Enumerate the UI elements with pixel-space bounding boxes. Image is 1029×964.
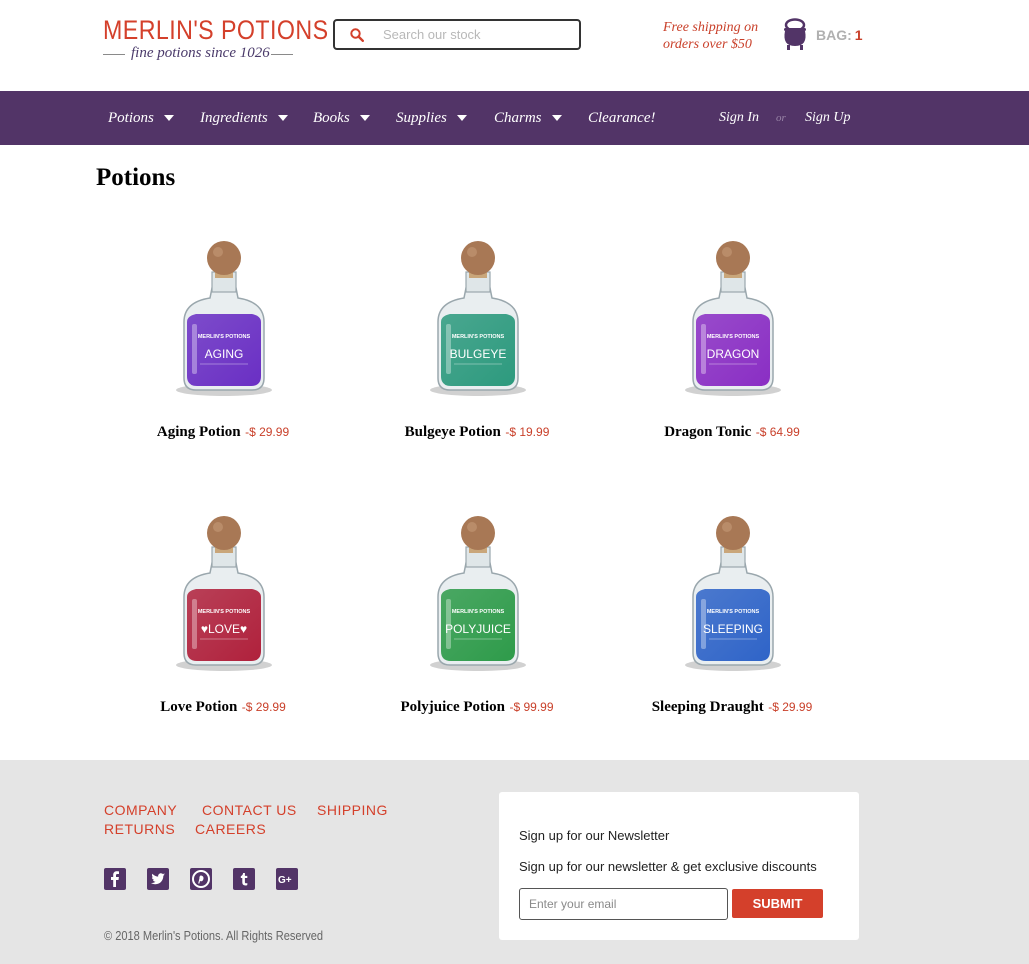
potion-bottle-image[interactable]: MERLIN'S POTIONS AGING [172, 240, 276, 402]
shipping-line-1: Free shipping on [663, 20, 759, 35]
potion-bottle-image[interactable]: MERLIN'S POTIONS SLEEPING [681, 515, 785, 677]
product-caption: Dragon Tonic -$ 64.99 [607, 423, 857, 441]
product-name[interactable]: Aging Potion [157, 424, 241, 440]
logo-tagline: fine potions since 1026 [131, 45, 270, 61]
bottle-label-text: POLYJUICE [445, 622, 511, 636]
chevron-down-icon [277, 115, 288, 121]
logo-title: MERLIN'S POTIONS [103, 15, 329, 45]
newsletter-subtitle: Sign up for our newsletter & get exclusi… [519, 859, 817, 874]
shipping-line-2: orders over $50 [663, 37, 752, 52]
product-caption: Aging Potion -$ 29.99 [98, 423, 348, 441]
bottle-label-text: AGING [205, 347, 244, 361]
product-card[interactable]: MERLIN'S POTIONS BULGEYE Bulgeye Potion -… [352, 240, 602, 470]
search-icon[interactable] [350, 28, 364, 42]
nav-label: Supplies [396, 109, 447, 126]
product-name[interactable]: Polyjuice Potion [400, 699, 505, 715]
product-card[interactable]: MERLIN'S POTIONS AGING Aging Potion -$ 29… [98, 240, 348, 470]
footer-link-company[interactable]: COMPANY [104, 802, 177, 818]
cauldron-icon [784, 18, 806, 50]
newsletter-email-field[interactable] [519, 888, 728, 920]
auth-separator: or [776, 112, 786, 124]
divider [103, 54, 125, 55]
search-input[interactable] [383, 25, 568, 44]
sign-in-link[interactable]: Sign In [719, 91, 759, 145]
site-header: MERLIN'S POTIONS fine potions since 1026… [0, 0, 1029, 91]
bottle-brand-text: MERLIN'S POTIONS [707, 334, 760, 340]
facebook-icon[interactable] [104, 868, 126, 890]
product-card[interactable]: MERLIN'S POTIONS ♥LOVE♥ Love Potion -$ 29… [98, 515, 348, 745]
potion-bottle-image[interactable]: MERLIN'S POTIONS ♥LOVE♥ [172, 515, 276, 677]
product-name[interactable]: Dragon Tonic [664, 424, 751, 440]
search-box [333, 19, 581, 50]
product-price: -$ 64.99 [755, 425, 800, 439]
product-caption: Bulgeye Potion -$ 19.99 [352, 423, 602, 441]
bag-count: 1 [854, 27, 863, 43]
shopping-bag[interactable]: BAG: 1 [781, 18, 863, 52]
product-price: -$ 19.99 [505, 425, 550, 439]
chevron-down-icon [551, 115, 562, 121]
sign-up-link[interactable]: Sign Up [805, 91, 851, 145]
product-price: -$ 29.99 [768, 700, 813, 714]
product-card[interactable]: MERLIN'S POTIONS POLYJUICE Polyjuice Poti… [352, 515, 602, 745]
nav-item-ingredients[interactable]: Ingredients [200, 91, 288, 145]
product-caption: Sleeping Draught -$ 29.99 [607, 698, 857, 716]
chevron-down-icon [456, 115, 467, 121]
page-title: Potions [96, 164, 176, 191]
nav-item-charms[interactable]: Charms [494, 91, 562, 145]
product-name[interactable]: Bulgeye Potion [405, 424, 501, 440]
nav-label: Books [313, 109, 350, 126]
potion-bottle-image[interactable]: MERLIN'S POTIONS DRAGON [681, 240, 785, 402]
copyright-text: © 2018 Merlin's Potions. All Rights Rese… [104, 928, 324, 943]
nav-item-potions[interactable]: Potions [108, 91, 174, 145]
tumblr-icon[interactable] [233, 868, 255, 890]
newsletter-title: Sign up for our Newsletter [519, 828, 670, 843]
site-logo[interactable]: MERLIN'S POTIONS fine potions since 1026 [103, 14, 329, 63]
pinterest-icon[interactable] [190, 868, 212, 890]
footer-link-shipping[interactable]: SHIPPING [317, 802, 388, 818]
footer-link-returns[interactable]: RETURNS [104, 821, 175, 837]
bottle-brand-text: MERLIN'S POTIONS [452, 609, 505, 615]
product-caption: Polyjuice Potion -$ 99.99 [352, 698, 602, 716]
nav-label: Potions [108, 109, 154, 126]
bottle-brand-text: MERLIN'S POTIONS [452, 334, 505, 340]
bottle-brand-text: MERLIN'S POTIONS [198, 609, 251, 615]
bag-label: BAG: [816, 27, 852, 43]
bottle-brand-text: MERLIN'S POTIONS [198, 334, 251, 340]
logo-tagline-row: fine potions since 1026 [103, 45, 298, 63]
product-price: -$ 99.99 [509, 700, 554, 714]
shipping-notice: Free shipping on orders over $50 [663, 19, 778, 53]
nav-item-supplies[interactable]: Supplies [396, 91, 467, 145]
potion-bottle-image[interactable]: MERLIN'S POTIONS BULGEYE [426, 240, 530, 402]
product-caption: Love Potion -$ 29.99 [98, 698, 348, 716]
product-name[interactable]: Sleeping Draught [652, 699, 764, 715]
bottle-label-text: ♥LOVE♥ [201, 622, 247, 636]
nav-item-books[interactable]: Books [313, 91, 370, 145]
product-card[interactable]: MERLIN'S POTIONS DRAGON Dragon Tonic -$ 6… [607, 240, 857, 470]
product-card[interactable]: MERLIN'S POTIONS SLEEPING Sleeping Draugh… [607, 515, 857, 745]
svg-text:G+: G+ [278, 875, 292, 886]
divider [271, 54, 293, 55]
newsletter-submit-button[interactable]: SUBMIT [732, 889, 823, 918]
product-price: -$ 29.99 [245, 425, 290, 439]
main-nav: Potions Ingredients Books Supplies Charm… [0, 91, 1029, 145]
potion-bottle-image[interactable]: MERLIN'S POTIONS POLYJUICE [426, 515, 530, 677]
google-plus-icon[interactable]: G+ [276, 868, 298, 890]
nav-label: Charms [494, 109, 542, 126]
newsletter-panel: Sign up for our Newsletter Sign up for o… [499, 792, 859, 940]
bottle-label-text: SLEEPING [703, 622, 763, 636]
nav-label: Ingredients [200, 109, 268, 126]
bottle-label-text: DRAGON [707, 347, 760, 361]
footer-link-contact-us[interactable]: CONTACT US [202, 802, 297, 818]
site-footer: COMPANY CONTACT US SHIPPING RETURNS CARE… [0, 760, 1029, 964]
product-name[interactable]: Love Potion [160, 699, 237, 715]
chevron-down-icon [359, 115, 370, 121]
bottle-brand-text: MERLIN'S POTIONS [707, 609, 760, 615]
chevron-down-icon [163, 115, 174, 121]
nav-label: Clearance! [588, 109, 656, 126]
twitter-icon[interactable] [147, 868, 169, 890]
footer-link-careers[interactable]: CAREERS [195, 821, 266, 837]
nav-item-clearance[interactable]: Clearance! [588, 91, 655, 145]
product-price: -$ 29.99 [241, 700, 286, 714]
bottle-label-text: BULGEYE [450, 347, 507, 361]
